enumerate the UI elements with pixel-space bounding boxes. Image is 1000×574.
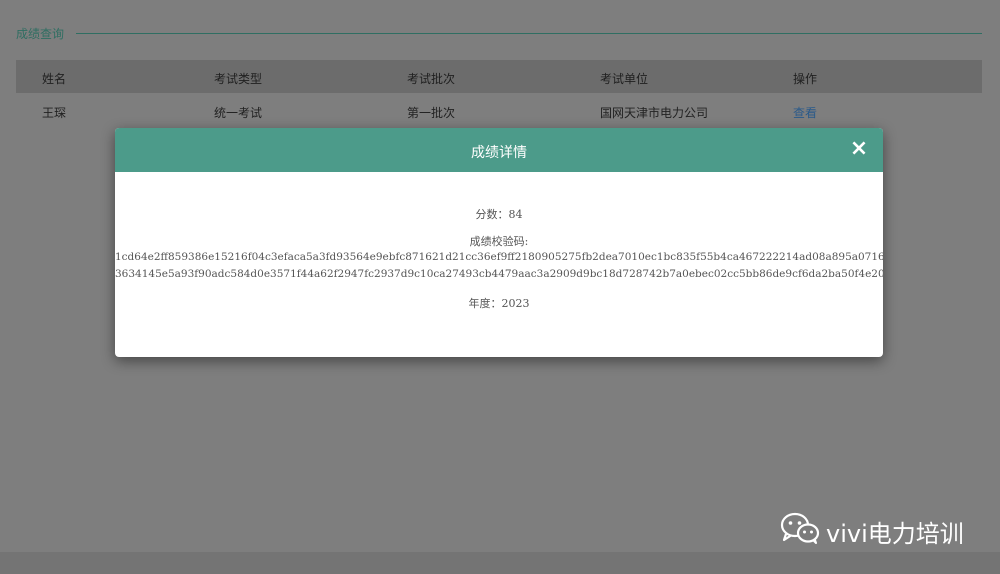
section-title: 成绩查询 xyxy=(16,27,65,41)
hash-label: 成绩校验码: xyxy=(469,235,529,248)
wechat-icon xyxy=(780,512,820,544)
year-line: 年度：2023 xyxy=(468,297,530,310)
close-icon[interactable]: × xyxy=(847,137,871,161)
cell-exam-unit: 国网天津市电力公司 xyxy=(600,106,709,120)
score-detail-modal: 成绩详情 × 分数：84 成绩校验码: 1cd64e2ff859386e1521… xyxy=(115,128,883,357)
header-exam-batch: 考试批次 xyxy=(407,72,456,86)
hash-line-2: 3634145e5a93f90adc584d0e3571f44a62f2947f… xyxy=(115,268,883,280)
watermark-text: vivi电力培训 xyxy=(826,520,964,548)
view-link[interactable]: 查看 xyxy=(793,104,817,121)
header-action: 操作 xyxy=(793,72,818,86)
header-exam-type: 考试类型 xyxy=(214,72,263,86)
score-line: 分数：84 xyxy=(475,208,523,221)
cell-name: 王琛 xyxy=(42,106,67,120)
modal-header: 成绩详情 × xyxy=(115,128,883,172)
table-header: 姓名 考试类型 考试批次 考试单位 操作 xyxy=(16,60,982,93)
header-exam-unit: 考试单位 xyxy=(600,72,649,86)
bottom-strip xyxy=(0,552,1000,574)
section-divider xyxy=(76,33,982,34)
cell-exam-batch: 第一批次 xyxy=(407,106,456,120)
table-row: 王琛 统一考试 第一批次 国网天津市电力公司 查看 xyxy=(16,94,982,128)
header-name: 姓名 xyxy=(42,72,67,86)
modal-title: 成绩详情 xyxy=(471,145,527,161)
hash-line-1: 1cd64e2ff859386e15216f04c3efaca5a3fd9356… xyxy=(115,251,883,263)
cell-exam-type: 统一考试 xyxy=(214,106,263,120)
